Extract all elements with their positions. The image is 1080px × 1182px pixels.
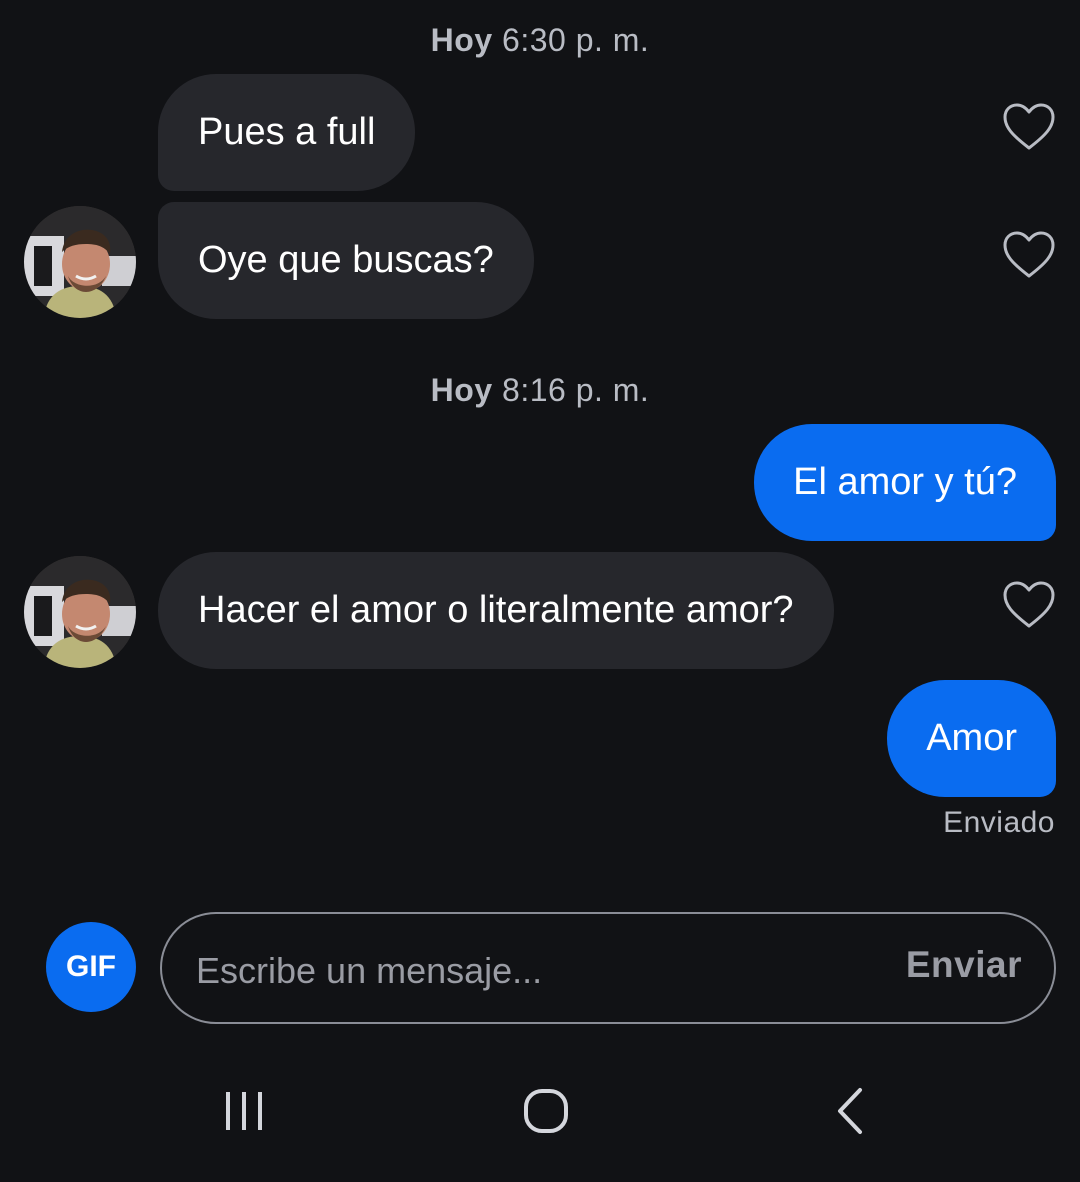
timestamp: Hoy 8:16 p. m.: [0, 372, 1080, 409]
message-composer: Enviar: [160, 912, 1056, 1024]
avatar-photo: [24, 556, 136, 668]
message-text: Amor: [926, 717, 1017, 759]
avatar[interactable]: [24, 556, 136, 668]
timestamp-day: Hoy: [430, 372, 493, 408]
message-text: Oye que buscas?: [198, 239, 494, 281]
back-icon[interactable]: [810, 1070, 890, 1150]
message-input[interactable]: [194, 940, 848, 1002]
timestamp: Hoy 6:30 p. m.: [0, 22, 1080, 59]
timestamp-time: 8:16 p. m.: [502, 372, 650, 408]
chat-screen: Hoy 6:30 p. m. Pues a full Oye que busca…: [0, 0, 1080, 1182]
timestamp-day: Hoy: [430, 22, 493, 58]
message-bubble-incoming[interactable]: Pues a full: [158, 74, 416, 191]
message-bubble-outgoing[interactable]: Amor: [887, 680, 1056, 797]
timestamp-time: 6:30 p. m.: [502, 22, 650, 58]
message-text: Hacer el amor o literalmente amor?: [198, 589, 794, 631]
home-icon[interactable]: [506, 1070, 586, 1150]
message-bubble-incoming[interactable]: Hacer el amor o literalmente amor?: [158, 552, 834, 669]
heart-icon[interactable]: [1002, 102, 1056, 152]
gif-button[interactable]: GIF: [46, 922, 136, 1012]
send-button[interactable]: Enviar: [906, 944, 1022, 986]
heart-icon[interactable]: [1002, 230, 1056, 280]
delivery-status: Enviado: [943, 806, 1055, 839]
avatar[interactable]: [24, 206, 136, 318]
recent-apps-icon[interactable]: [204, 1070, 284, 1150]
message-bubble-incoming[interactable]: Oye que buscas?: [158, 202, 534, 319]
gif-label: GIF: [66, 950, 116, 983]
avatar-photo: [24, 206, 136, 318]
heart-icon[interactable]: [1002, 580, 1056, 630]
message-text: Pues a full: [198, 111, 376, 153]
message-bubble-outgoing[interactable]: El amor y tú?: [754, 424, 1056, 541]
message-text: El amor y tú?: [793, 461, 1017, 503]
